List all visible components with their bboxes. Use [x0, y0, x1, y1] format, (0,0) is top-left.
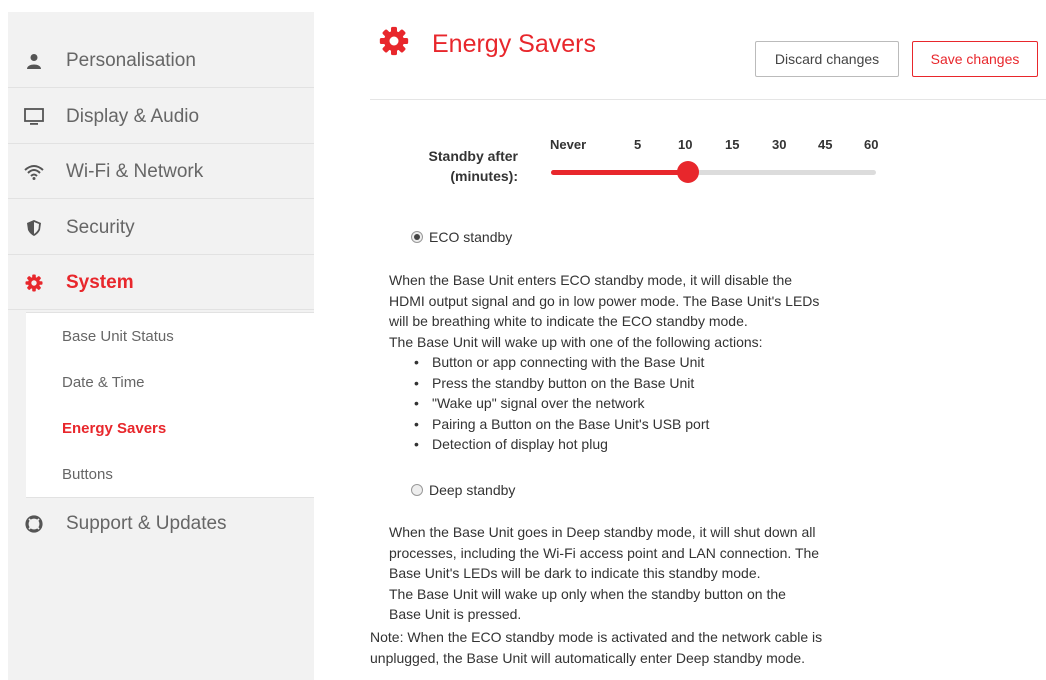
radio-selected-dot	[414, 234, 420, 240]
deep-description-line: When the Base Unit goes in Deep standby …	[389, 524, 816, 540]
deep-standby-radio-button[interactable]	[411, 484, 423, 496]
sidebar-item-label: Support & Updates	[66, 513, 227, 534]
list-item: Button or app connecting with the Base U…	[416, 352, 709, 373]
eco-description-line: The Base Unit will wake up with one of t…	[389, 333, 763, 350]
sidebar-item-label: Security	[66, 216, 135, 238]
gear-icon	[379, 26, 409, 56]
sidebar-item-display-audio[interactable]: Display & Audio	[8, 90, 314, 144]
monitor-icon	[24, 107, 44, 127]
list-item: Detection of display hot plug	[416, 434, 709, 455]
deep-standby-description: When the Base Unit goes in Deep standby …	[389, 522, 819, 625]
system-subnav: Base Unit Status Date & Time Energy Save…	[26, 312, 314, 498]
list-item: "Wake up" signal over the network	[416, 393, 709, 414]
page-title: Energy Savers	[432, 30, 596, 58]
slider-tick-label[interactable]: 60	[864, 137, 878, 152]
sidebar: Personalisation Display & Audio Wi-Fi & …	[8, 12, 314, 680]
sidebar-item-label: Personalisation	[66, 49, 196, 71]
standby-slider-thumb[interactable]	[677, 161, 699, 183]
save-changes-button[interactable]: Save changes	[912, 41, 1038, 77]
eco-description-line: HDMI output signal and go in low power m…	[389, 292, 820, 309]
slider-tick-label[interactable]: 5	[634, 137, 641, 152]
note-line: Note: When the ECO standby mode is activ…	[370, 629, 823, 645]
standby-slider-track[interactable]	[551, 161, 876, 183]
slider-tick-label[interactable]: 10	[678, 137, 692, 152]
standby-slider-fill	[551, 170, 688, 175]
header-divider	[370, 99, 1046, 100]
sidebar-item-label: System	[66, 271, 134, 293]
sidebar-item-support-updates[interactable]: Support & Updates	[8, 497, 314, 551]
standby-note: Note: When the ECO standby mode is activ…	[370, 627, 822, 668]
sidebar-item-security[interactable]: Security	[8, 201, 314, 255]
eco-standby-radio[interactable]: ECO standby	[411, 229, 512, 245]
deep-description-line: processes, including the Wi-Fi access po…	[389, 544, 820, 561]
standby-after-label: Standby after (minutes):	[414, 146, 518, 186]
deep-description-line: The Base Unit will wake up only when the…	[389, 585, 786, 602]
deep-standby-radio[interactable]: Deep standby	[411, 482, 515, 498]
person-icon	[24, 51, 44, 71]
sidebar-item-system[interactable]: System	[8, 256, 314, 310]
lifebuoy-icon	[24, 514, 44, 534]
discard-changes-button[interactable]: Discard changes	[755, 41, 899, 77]
subnav-item-base-unit-status[interactable]: Base Unit Status	[62, 328, 174, 345]
eco-standby-radio-button[interactable]	[411, 231, 423, 243]
gear-icon	[24, 273, 44, 293]
deep-description-line: Base Unit is pressed.	[389, 606, 522, 622]
subnav-item-date-time[interactable]: Date & Time	[62, 374, 145, 391]
subnav-item-buttons[interactable]: Buttons	[62, 466, 113, 483]
list-item: Press the standby button on the Base Uni…	[416, 373, 709, 394]
subnav-item-energy-savers[interactable]: Energy Savers	[62, 420, 166, 437]
deep-description-line: Base Unit's LEDs will be dark to indicat…	[389, 565, 761, 581]
deep-standby-label: Deep standby	[429, 482, 516, 498]
sidebar-item-personalisation[interactable]: Personalisation	[8, 34, 314, 88]
wifi-icon	[24, 162, 44, 182]
sidebar-item-label: Display & Audio	[66, 105, 200, 127]
slider-tick-label[interactable]: 30	[772, 137, 786, 152]
standby-after-label-line1: Standby after	[428, 148, 518, 164]
note-line: unplugged, the Base Unit will automatica…	[370, 649, 806, 666]
shield-icon	[24, 218, 44, 238]
sidebar-item-label: Wi-Fi & Network	[66, 160, 204, 182]
slider-tick-label[interactable]: 45	[818, 137, 832, 152]
list-item: Pairing a Button on the Base Unit's USB …	[416, 414, 709, 435]
eco-wake-actions-list: Button or app connecting with the Base U…	[416, 352, 709, 455]
eco-description-line: will be breathing white to indicate the …	[389, 313, 748, 329]
sidebar-item-wifi-network[interactable]: Wi-Fi & Network	[8, 145, 314, 199]
eco-standby-label: ECO standby	[429, 229, 513, 245]
slider-tick-label[interactable]: Never	[550, 137, 586, 152]
eco-standby-description: When the Base Unit enters ECO standby mo…	[389, 270, 819, 352]
standby-after-label-line2: (minutes):	[450, 168, 518, 184]
eco-description-line: When the Base Unit enters ECO standby mo…	[389, 272, 793, 288]
slider-tick-label[interactable]: 15	[725, 137, 739, 152]
